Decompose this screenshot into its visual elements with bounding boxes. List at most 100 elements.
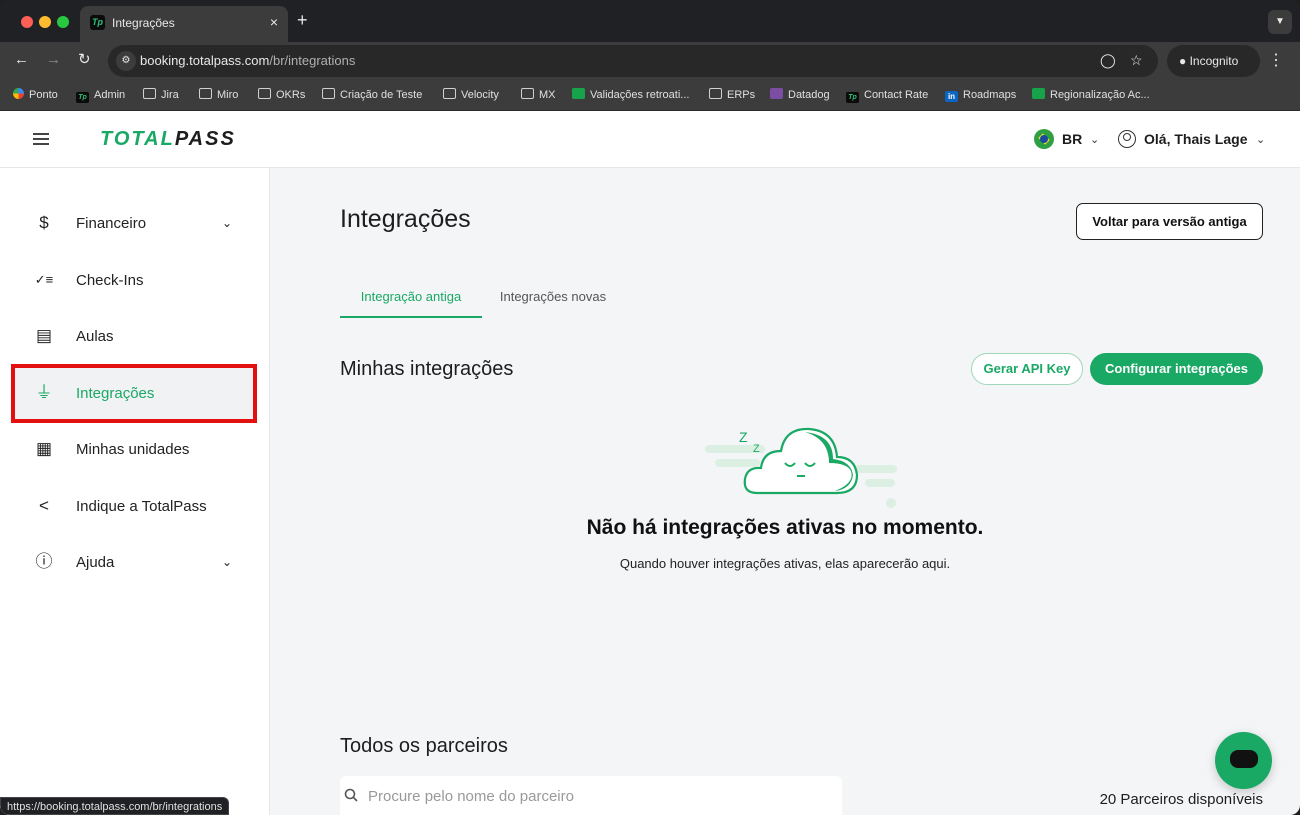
ponto-icon — [13, 88, 24, 99]
bookmark-roadmaps[interactable]: in Roadmaps — [945, 86, 1016, 104]
totalpass-icon: Tp — [76, 92, 89, 103]
user-avatar-icon[interactable] — [1118, 130, 1136, 148]
tab-integracoes-novas[interactable]: Integrações novas — [482, 278, 624, 318]
sidebar-item-check-ins[interactable]: ✓≡ Check-Ins — [14, 255, 254, 307]
help-icon: ⓘ — [35, 552, 53, 571]
empty-state-title: Não há integrações ativas no momento. — [586, 516, 984, 539]
partner-search-box[interactable] — [340, 776, 842, 815]
integration-tabs: Integração antiga Integrações novas — [340, 278, 630, 318]
sidebar: $ Financeiro ⌄ ✓≡ Check-Ins ▤ Aulas ⏚ In… — [0, 168, 270, 815]
tab-integracao-antiga[interactable]: Integração antiga — [340, 278, 482, 318]
hamburger-menu-icon[interactable] — [33, 133, 49, 145]
incognito-badge[interactable]: ● Incognito — [1167, 45, 1260, 77]
bookmark-okrs[interactable]: OKRs — [258, 86, 305, 104]
maximize-window-button[interactable] — [57, 16, 69, 28]
sidebar-item-label: Ajuda — [76, 554, 115, 571]
sidebar-item-label: Indique a TotalPass — [76, 498, 207, 515]
folder-icon — [258, 88, 271, 99]
bookmark-ponto[interactable]: Ponto — [13, 86, 58, 104]
back-icon[interactable]: ← — [14, 50, 29, 70]
totalpass-logo[interactable]: TOTALPASS — [100, 128, 236, 151]
url-text[interactable]: booking.totalpass.com/br/integrations — [140, 53, 355, 68]
sidebar-item-label: Check-Ins — [76, 272, 144, 289]
tab-title: Integrações — [112, 16, 175, 30]
browser-window: Tp Integrações × + ▼ ← → ↻ ⚙ booking.tot… — [0, 0, 1300, 815]
bookmark-erps[interactable]: ERPs — [709, 86, 755, 104]
bookmark-label: Roadmaps — [963, 89, 1017, 101]
bookmark-mx[interactable]: MX — [521, 86, 556, 104]
user-menu[interactable]: Olá, Thais Lage — [1144, 131, 1247, 147]
bookmark-miro[interactable]: Miro — [199, 86, 238, 104]
sidebar-item-label: Financeiro — [76, 215, 147, 232]
minimize-window-button[interactable] — [39, 16, 51, 28]
bookmark-label: Contact Rate — [864, 89, 929, 101]
totalpass-icon: Tp — [846, 92, 859, 103]
eye-off-icon[interactable]: ◯ — [1100, 52, 1116, 69]
incognito-label: Incognito — [1189, 54, 1239, 68]
address-bar[interactable]: ⚙ booking.totalpass.com/br/integrations … — [108, 45, 1158, 77]
bookmark-validacoes[interactable]: Validações retroati... — [572, 86, 689, 104]
bookmark-label: ERPs — [727, 89, 756, 101]
svg-text:Z: Z — [739, 429, 748, 445]
page-title: Integrações — [340, 205, 471, 233]
folder-icon — [322, 88, 335, 99]
reload-icon[interactable]: ↻ — [78, 50, 91, 70]
new-tab-button[interactable]: + — [297, 10, 308, 30]
bookmark-contact-rate[interactable]: Tp Contact Rate — [846, 86, 928, 104]
sidebar-item-minhas-unidades[interactable]: ▦ Minhas unidades — [14, 424, 254, 476]
bookmark-star-icon[interactable]: ☆ — [1130, 52, 1143, 69]
store-icon: ▦ — [35, 439, 53, 458]
linkedin-icon: in — [945, 91, 958, 102]
page: TOTALPASS BR ⌄ Olá, Thais Lage ⌄ $ Finan… — [0, 111, 1300, 815]
browser-menu-icon[interactable]: ⋮ — [1268, 50, 1284, 70]
bookmark-label: MX — [539, 89, 556, 101]
forward-icon[interactable]: → — [46, 50, 61, 70]
sidebar-item-aulas[interactable]: ▤ Aulas — [14, 311, 254, 363]
bookmark-jira[interactable]: Jira — [143, 86, 179, 104]
bookmark-label: Criação de Teste — [340, 89, 423, 101]
highlight-annotation — [11, 364, 257, 423]
country-selector[interactable]: BR — [1062, 131, 1082, 147]
sidebar-item-ajuda[interactable]: ⓘ Ajuda ⌄ — [14, 537, 254, 589]
chevron-down-icon[interactable]: ⌄ — [1256, 133, 1265, 146]
chevron-down-icon[interactable]: ⌄ — [1090, 133, 1099, 146]
datadog-icon — [770, 88, 783, 99]
checklist-icon: ✓≡ — [34, 272, 54, 287]
tab-search-button[interactable]: ▼ — [1268, 10, 1292, 34]
all-partners-heading: Todos os parceiros — [340, 735, 508, 757]
partner-search-input[interactable] — [368, 784, 828, 808]
app-header: TOTALPASS BR ⌄ Olá, Thais Lage ⌄ — [0, 111, 1300, 168]
old-version-button[interactable]: Voltar para versão antiga — [1076, 203, 1263, 240]
configure-integrations-button[interactable]: Configurar integrações — [1090, 353, 1263, 385]
bookmark-label: Jira — [161, 89, 179, 101]
browser-toolbar: ← → ↻ ⚙ booking.totalpass.com/br/integra… — [0, 42, 1300, 80]
tab-strip: Tp Integrações × + ▼ — [0, 0, 1300, 42]
bookmark-criacao-de-teste[interactable]: Criação de Teste — [322, 86, 422, 104]
calendar-edit-icon: ▤ — [35, 326, 53, 345]
spreadsheet-icon — [1032, 88, 1045, 99]
site-info-icon[interactable]: ⚙ — [116, 51, 136, 71]
sidebar-item-indique[interactable]: < Indique a TotalPass — [14, 481, 254, 533]
close-window-button[interactable] — [21, 16, 33, 28]
bookmark-admin[interactable]: Tp Admin — [76, 86, 125, 104]
generate-api-key-button[interactable]: Gerar API Key — [971, 353, 1083, 385]
bookmark-label: Velocity — [461, 89, 499, 101]
totalpass-favicon-icon: Tp — [90, 15, 105, 30]
sidebar-item-label: Aulas — [76, 328, 114, 345]
bookmark-regionalizacao[interactable]: Regionalização Ac... — [1032, 86, 1150, 104]
brazil-flag-icon[interactable] — [1034, 129, 1054, 149]
sidebar-item-label: Minhas unidades — [76, 441, 190, 458]
bookmark-velocity[interactable]: Velocity — [443, 86, 499, 104]
spreadsheet-icon — [572, 88, 585, 99]
tab-close-icon[interactable]: × — [270, 14, 278, 30]
browser-tab[interactable]: Tp Integrações × — [80, 6, 288, 42]
bookmark-datadog[interactable]: Datadog — [770, 86, 830, 104]
partners-count: 20 Parceiros disponíveis — [1099, 791, 1263, 808]
chat-support-button[interactable] — [1215, 732, 1272, 789]
empty-state-subtitle: Quando houver integrações ativas, elas a… — [619, 556, 951, 571]
bookmark-label: Datadog — [788, 89, 830, 101]
bookmark-label: Admin — [94, 89, 126, 101]
status-bar-url: https://booking.totalpass.com/br/integra… — [0, 797, 230, 815]
folder-icon — [443, 88, 456, 99]
sidebar-item-financeiro[interactable]: $ Financeiro ⌄ — [14, 198, 254, 250]
